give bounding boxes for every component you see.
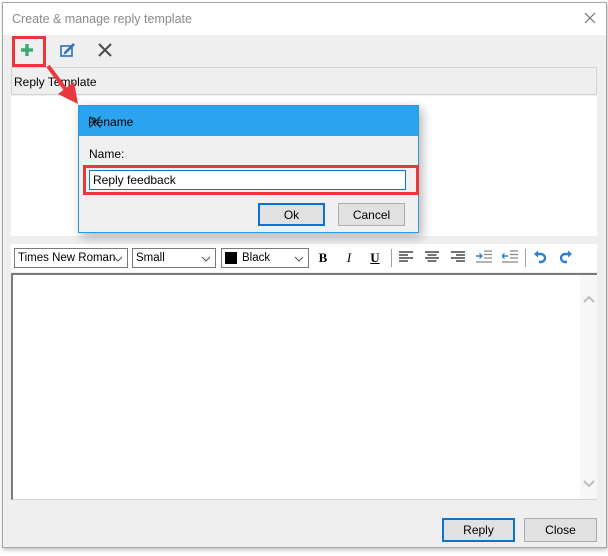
reply-button[interactable]: Reply [442, 518, 515, 542]
column-header-reply-template: Reply Template [14, 75, 97, 89]
close-icon[interactable] [582, 10, 598, 26]
outdent-button[interactable] [501, 249, 519, 267]
template-list-header: Reply Template [11, 67, 597, 95]
delete-x-icon [96, 41, 114, 62]
name-input-highlight [83, 165, 419, 195]
font-family-select[interactable]: Times New Roman [14, 248, 128, 268]
indent-button[interactable] [475, 249, 493, 267]
editor-scrollbar[interactable] [580, 275, 597, 499]
title-bar: Create & manage reply template [3, 3, 606, 35]
scroll-up-icon[interactable] [583, 292, 595, 306]
redo-button[interactable] [557, 249, 575, 267]
undo-icon [533, 250, 547, 267]
window-title: Create & manage reply template [12, 12, 192, 26]
reply-template-window: Create & manage reply template Reply Tem… [2, 2, 607, 548]
underline-button[interactable]: U [366, 249, 384, 267]
chevron-down-icon [201, 253, 211, 267]
indent-icon [476, 249, 492, 267]
chevron-down-icon [113, 253, 123, 267]
undo-button[interactable] [531, 249, 549, 267]
bold-icon: B [318, 250, 328, 265]
name-label: Name: [89, 147, 125, 161]
edit-icon [59, 41, 77, 62]
rename-template-button[interactable] [54, 37, 82, 65]
rename-dialog: Rename Name: Ok Cancel [78, 105, 419, 233]
editor-content[interactable] [17, 279, 575, 495]
toolbar-separator [391, 249, 392, 267]
font-size-select[interactable]: Small [132, 248, 216, 268]
align-left-icon [399, 250, 413, 266]
font-size-value: Small [136, 252, 165, 264]
add-button-highlight [12, 36, 46, 67]
delete-template-button[interactable] [91, 37, 119, 65]
align-center-icon [425, 250, 439, 266]
align-right-button[interactable] [449, 249, 467, 267]
align-right-icon [451, 250, 465, 266]
font-family-value: Times New Roman [18, 252, 116, 264]
font-color-select[interactable]: Black [221, 248, 309, 268]
close-icon[interactable] [88, 115, 102, 129]
align-left-button[interactable] [397, 249, 415, 267]
chevron-down-icon [294, 253, 304, 267]
ok-button[interactable]: Ok [258, 203, 325, 226]
message-editor[interactable] [11, 273, 597, 500]
italic-icon: I [346, 250, 352, 265]
redo-icon [559, 250, 573, 267]
toolbar-separator [525, 249, 526, 267]
format-toolbar: Times New Roman Small Black B I U [11, 244, 597, 272]
scroll-down-icon[interactable] [583, 477, 595, 491]
font-color-value: Black [242, 252, 271, 264]
bold-button[interactable]: B [314, 249, 332, 267]
align-center-button[interactable] [423, 249, 441, 267]
close-button[interactable]: Close [524, 518, 597, 542]
italic-button[interactable]: I [340, 249, 358, 267]
rename-dialog-title-bar: Rename [79, 106, 418, 136]
outdent-icon [501, 249, 518, 267]
underline-icon: U [370, 250, 380, 265]
color-swatch [225, 252, 237, 264]
cancel-button[interactable]: Cancel [338, 203, 405, 226]
